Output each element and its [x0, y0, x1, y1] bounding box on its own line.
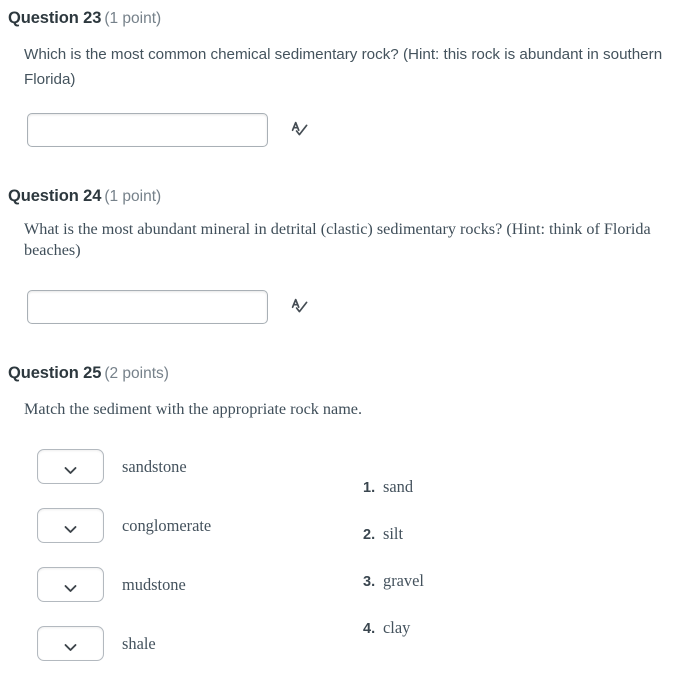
- option-item-clay: 4. clay: [363, 618, 410, 638]
- match-select-shale[interactable]: [37, 626, 104, 661]
- option-label: sand: [383, 477, 414, 496]
- matching-row: mudstone: [37, 567, 186, 602]
- match-label: mudstone: [122, 575, 186, 594]
- question-24-title: Question 24: [8, 187, 102, 205]
- option-item-silt: 2. silt: [363, 524, 403, 544]
- match-label: conglomerate: [122, 516, 212, 535]
- matching-row: sandstone: [37, 449, 187, 484]
- question-25-body: Match the sediment with the appropriate …: [24, 400, 363, 418]
- question-25-header: Question 25 (2 points): [8, 363, 698, 384]
- question-23-header: Question 23 (1 point): [8, 8, 698, 29]
- question-block-25: Question 25 (2 points): [0, 363, 698, 384]
- question-23-body: Which is the most common chemical sedime…: [24, 46, 663, 88]
- matching-row: conglomerate: [37, 508, 211, 543]
- question-24-answer-input[interactable]: [27, 290, 268, 324]
- chevron-down-icon: [64, 580, 77, 592]
- question-23-title: Question 23: [8, 9, 102, 27]
- option-number: 3.: [363, 574, 376, 590]
- option-item-sand: 1. sand: [363, 477, 413, 497]
- option-item-gravel: 3. gravel: [363, 571, 424, 591]
- match-select-sandstone[interactable]: [37, 449, 104, 484]
- spellcheck-icon[interactable]: [290, 297, 310, 317]
- match-select-conglomerate[interactable]: [37, 508, 104, 543]
- question-25-points: (2 points): [104, 365, 169, 382]
- option-label: clay: [383, 618, 411, 637]
- question-24-body: What is the most abundant mineral in det…: [24, 220, 651, 259]
- question-24-header: Question 24 (1 point): [8, 186, 698, 207]
- option-label: gravel: [383, 571, 424, 590]
- match-select-mudstone[interactable]: [37, 567, 104, 602]
- option-number: 4.: [363, 621, 376, 637]
- matching-row: shale: [37, 626, 156, 661]
- question-25-title: Question 25: [8, 364, 102, 382]
- chevron-down-icon: [64, 639, 77, 651]
- chevron-down-icon: [64, 521, 77, 533]
- option-number: 2.: [363, 527, 376, 543]
- question-23-answer-row: [27, 113, 310, 147]
- question-23-points: (1 point): [104, 10, 162, 27]
- option-number: 1.: [363, 480, 376, 496]
- question-block-23: Question 23 (1 point): [0, 8, 698, 29]
- question-23-answer-input[interactable]: [27, 113, 268, 147]
- quiz-page: Question 23 (1 point) Which is the most c…: [0, 0, 698, 675]
- chevron-down-icon: [64, 462, 77, 474]
- question-24-points: (1 point): [104, 188, 162, 205]
- match-label: sandstone: [122, 457, 187, 476]
- question-block-24: Question 24 (1 point): [0, 186, 698, 207]
- match-label: shale: [122, 634, 156, 653]
- option-label: silt: [383, 524, 404, 543]
- spellcheck-icon[interactable]: [290, 120, 310, 140]
- question-24-answer-row: [27, 290, 310, 324]
